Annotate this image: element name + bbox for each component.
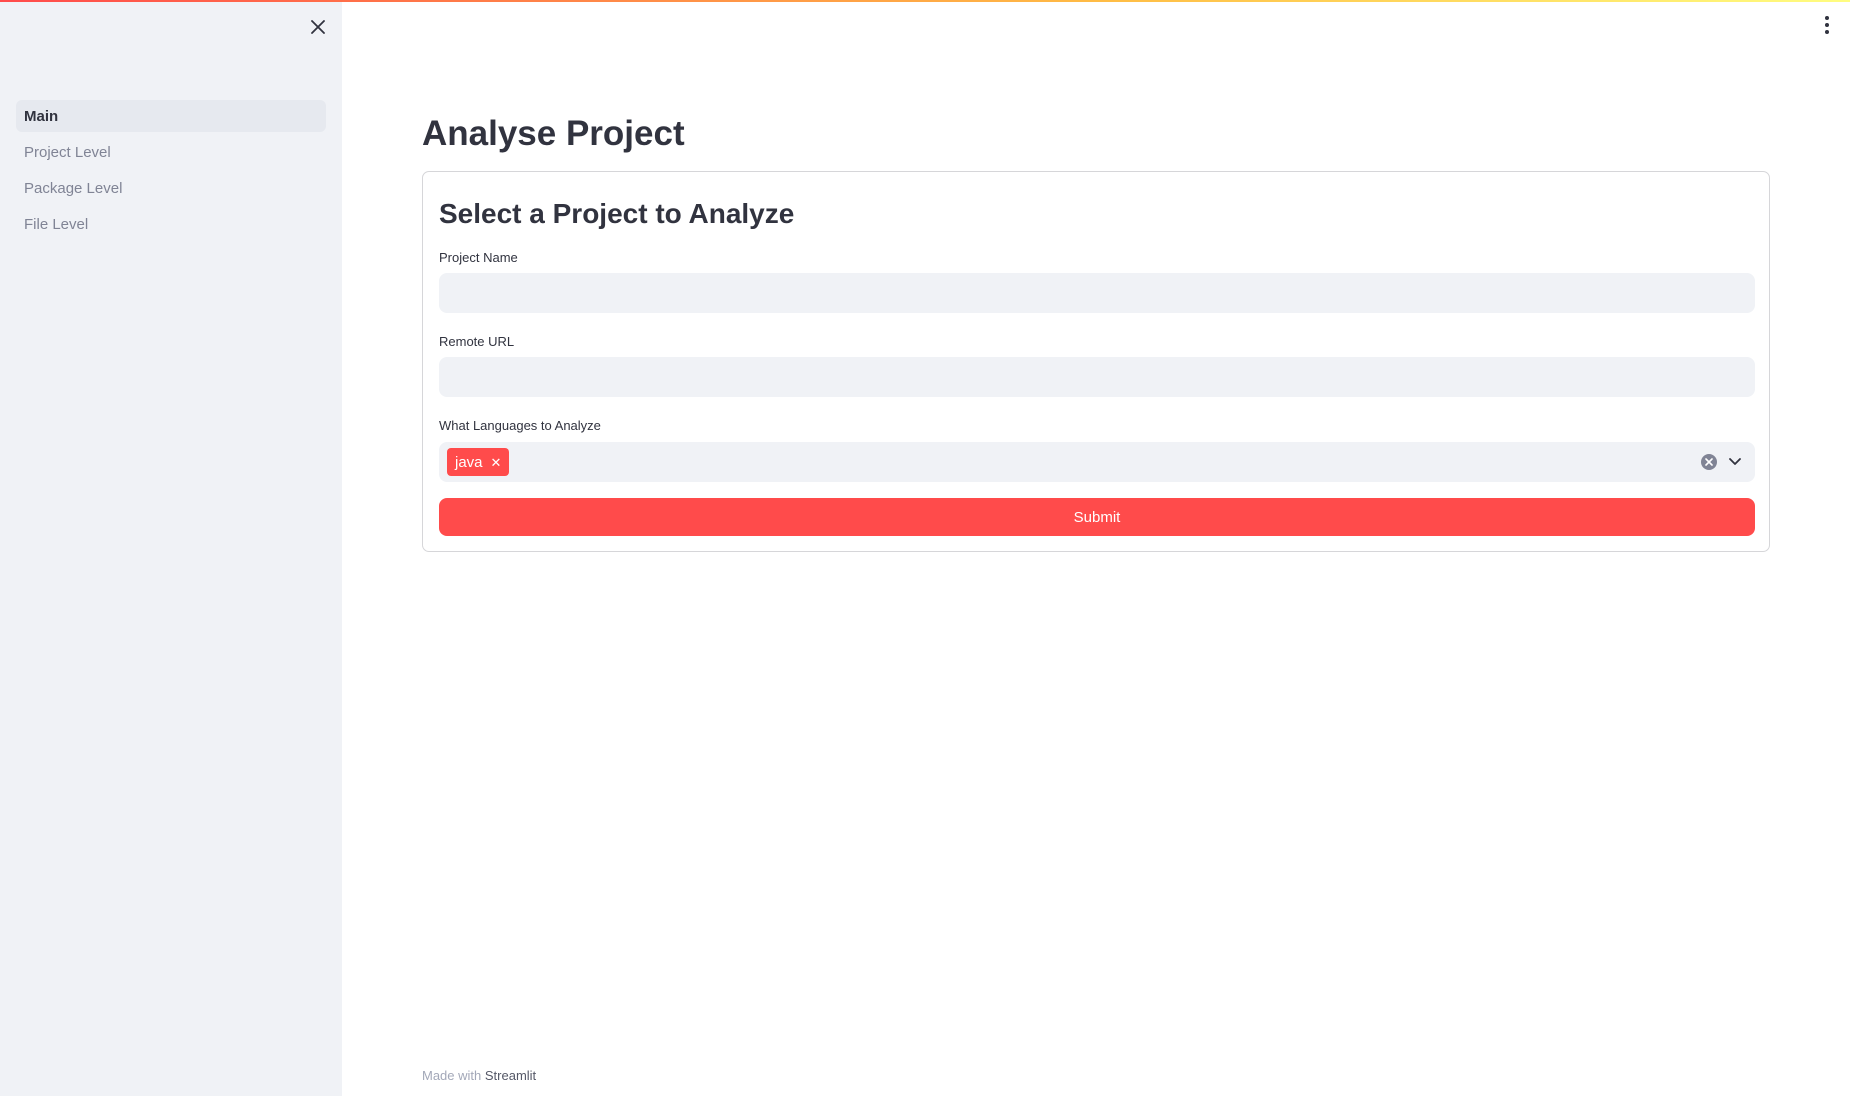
footer-streamlit-link[interactable]: Streamlit <box>485 1068 536 1083</box>
form-heading: Select a Project to Analyze <box>439 198 795 229</box>
sidebar-item-main[interactable]: Main <box>16 100 326 132</box>
submit-button[interactable]: Submit <box>439 498 1755 536</box>
project-name-input[interactable] <box>439 273 1755 313</box>
remote-url-input[interactable] <box>439 357 1755 397</box>
sidebar-item-project-level[interactable]: Project Level <box>16 136 326 168</box>
sidebar-item-label: Package Level <box>24 179 123 197</box>
remote-url-label: Remote URL <box>439 334 515 349</box>
project-form: Select a Project to Analyze Project Name… <box>422 171 1770 552</box>
clear-all-icon[interactable] <box>1701 454 1717 470</box>
languages-label: What Languages to Analyze <box>439 418 601 433</box>
close-icon[interactable] <box>305 14 331 40</box>
project-name-label: Project Name <box>439 250 518 265</box>
sidebar-item-file-level[interactable]: File Level <box>16 208 326 240</box>
sidebar-item-label: File Level <box>24 215 89 233</box>
sidebar-item-package-level[interactable]: Package Level <box>16 172 326 204</box>
chevron-down-icon[interactable] <box>1727 454 1743 470</box>
language-tag-label: java <box>455 453 483 471</box>
tag-remove-icon[interactable]: ✕ <box>491 456 502 469</box>
top-decoration-bar <box>0 0 1850 2</box>
sidebar-item-label: Main <box>24 107 59 125</box>
footer-prefix: Made with <box>422 1068 482 1083</box>
sidebar: Main Project Level Package Level File Le… <box>0 0 342 1096</box>
languages-multiselect[interactable]: java ✕ <box>439 442 1755 482</box>
sidebar-item-label: Project Level <box>24 143 111 161</box>
language-tag: java ✕ <box>447 448 510 476</box>
footer: Made with Streamlit <box>422 1068 536 1083</box>
sidebar-nav: Main Project Level Package Level File Le… <box>16 100 326 244</box>
kebab-menu-icon[interactable] <box>1816 12 1838 38</box>
page-title: Analyse Project <box>422 114 685 153</box>
